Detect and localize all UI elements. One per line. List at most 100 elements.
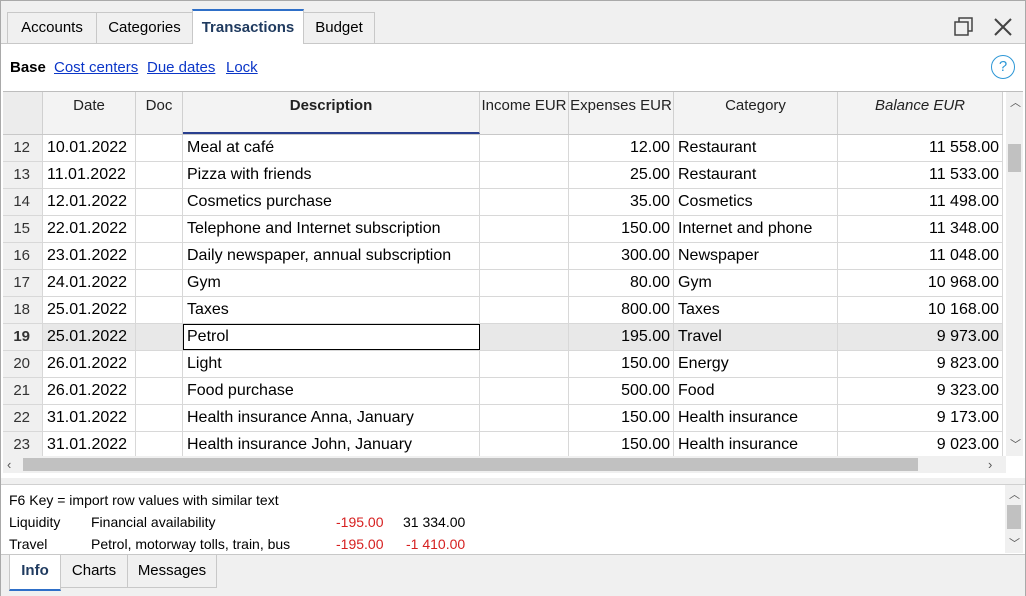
description-cell[interactable]: Pizza with friends [183, 162, 480, 188]
tab-charts[interactable]: Charts [60, 555, 128, 588]
table-row[interactable]: 21 26.01.2022 Food purchase 500.00 Food 9 323… [3, 378, 1003, 405]
date-cell[interactable]: 26.01.2022 [43, 351, 136, 377]
scroll-thumb[interactable] [1007, 505, 1021, 529]
row-number[interactable]: 15 [3, 216, 43, 242]
tab-messages[interactable]: Messages [127, 555, 217, 588]
table-vertical-scrollbar[interactable]: ︿ ﹀ [1006, 92, 1023, 456]
table-row[interactable]: 12 10.01.2022 Meal at café 12.00 Restaurant 1… [3, 135, 1003, 162]
income-cell[interactable] [480, 432, 569, 458]
category-cell[interactable]: Energy [674, 351, 838, 377]
description-cell[interactable]: Taxes [183, 297, 480, 323]
income-cell[interactable] [480, 189, 569, 215]
expenses-cell[interactable]: 195.00 [569, 324, 674, 350]
date-cell[interactable]: 22.01.2022 [43, 216, 136, 242]
doc-cell[interactable] [136, 297, 183, 323]
header-doc[interactable]: Doc [136, 92, 183, 134]
category-cell[interactable]: Food [674, 378, 838, 404]
balance-cell[interactable]: 10 968.00 [838, 270, 1003, 296]
balance-cell[interactable]: 10 168.00 [838, 297, 1003, 323]
description-cell[interactable]: Cosmetics purchase [183, 189, 480, 215]
header-expenses[interactable]: Expenses EUR [569, 92, 674, 134]
doc-cell[interactable] [136, 351, 183, 377]
doc-cell[interactable] [136, 216, 183, 242]
restore-window-icon[interactable] [952, 15, 976, 39]
income-cell[interactable] [480, 324, 569, 350]
table-row[interactable]: 20 26.01.2022 Light 150.00 Energy 9 823.00 [3, 351, 1003, 378]
income-cell[interactable] [480, 216, 569, 242]
date-cell[interactable]: 25.01.2022 [43, 324, 136, 350]
balance-cell[interactable]: 9 323.00 [838, 378, 1003, 404]
doc-cell[interactable] [136, 324, 183, 350]
table-row[interactable]: 17 24.01.2022 Gym 80.00 Gym 10 968.00 [3, 270, 1003, 297]
description-cell[interactable]: Petrol [183, 324, 480, 350]
balance-cell[interactable]: 11 048.00 [838, 243, 1003, 269]
category-cell[interactable]: Gym [674, 270, 838, 296]
expenses-cell[interactable]: 300.00 [569, 243, 674, 269]
expenses-cell[interactable]: 35.00 [569, 189, 674, 215]
info-vertical-scrollbar[interactable]: ︿ ﹀ [1005, 485, 1023, 553]
income-cell[interactable] [480, 270, 569, 296]
doc-cell[interactable] [136, 405, 183, 431]
view-cost-centers-link[interactable]: Cost centers [54, 59, 138, 76]
scroll-down-icon[interactable]: ﹀ [1009, 535, 1020, 551]
income-cell[interactable] [480, 162, 569, 188]
expenses-cell[interactable]: 150.00 [569, 216, 674, 242]
table-row[interactable]: 18 25.01.2022 Taxes 800.00 Taxes 10 168.00 [3, 297, 1003, 324]
category-cell[interactable]: Health insurance [674, 432, 838, 458]
header-category[interactable]: Category [674, 92, 838, 134]
balance-cell[interactable]: 9 173.00 [838, 405, 1003, 431]
header-income[interactable]: Income EUR [480, 92, 569, 134]
balance-cell[interactable]: 11 498.00 [838, 189, 1003, 215]
date-cell[interactable]: 31.01.2022 [43, 432, 136, 458]
date-cell[interactable]: 11.01.2022 [43, 162, 136, 188]
row-number[interactable]: 20 [3, 351, 43, 377]
category-cell[interactable]: Travel [674, 324, 838, 350]
date-cell[interactable]: 31.01.2022 [43, 405, 136, 431]
table-row[interactable]: 14 12.01.2022 Cosmetics purchase 35.00 Cosme… [3, 189, 1003, 216]
description-cell[interactable]: Gym [183, 270, 480, 296]
table-row[interactable]: 16 23.01.2022 Daily newspaper, annual subs… [3, 243, 1003, 270]
row-number[interactable]: 21 [3, 378, 43, 404]
row-number[interactable]: 12 [3, 135, 43, 161]
balance-cell[interactable]: 9 823.00 [838, 351, 1003, 377]
table-row[interactable]: 19 25.01.2022 Petrol 195.00 Travel 9 973.00 [3, 324, 1003, 351]
close-icon[interactable] [991, 15, 1015, 39]
expenses-cell[interactable]: 500.00 [569, 378, 674, 404]
date-cell[interactable]: 23.01.2022 [43, 243, 136, 269]
row-number[interactable]: 18 [3, 297, 43, 323]
date-cell[interactable]: 25.01.2022 [43, 297, 136, 323]
description-cell[interactable]: Daily newspaper, annual subscription [183, 243, 480, 269]
scroll-left-icon[interactable]: ‹ [7, 457, 11, 472]
panel-splitter[interactable] [1, 478, 1025, 485]
income-cell[interactable] [480, 243, 569, 269]
doc-cell[interactable] [136, 135, 183, 161]
scroll-thumb[interactable] [23, 458, 918, 471]
income-cell[interactable] [480, 297, 569, 323]
view-due-dates-link[interactable]: Due dates [147, 59, 215, 76]
date-cell[interactable]: 12.01.2022 [43, 189, 136, 215]
doc-cell[interactable] [136, 378, 183, 404]
tab-accounts[interactable]: Accounts [7, 12, 97, 43]
header-date[interactable]: Date [43, 92, 136, 134]
view-base[interactable]: Base [10, 59, 46, 76]
table-row[interactable]: 15 22.01.2022 Telephone and Internet subsc… [3, 216, 1003, 243]
scroll-up-icon[interactable]: ︿ [1010, 94, 1021, 110]
help-icon[interactable]: ? [991, 55, 1015, 79]
header-balance[interactable]: Balance EUR [838, 92, 1003, 134]
category-cell[interactable]: Taxes [674, 297, 838, 323]
expenses-cell[interactable]: 150.00 [569, 405, 674, 431]
description-cell[interactable]: Telephone and Internet subscription [183, 216, 480, 242]
table-horizontal-scrollbar[interactable]: ‹ › [3, 456, 1006, 473]
expenses-cell[interactable]: 80.00 [569, 270, 674, 296]
description-cell[interactable]: Meal at café [183, 135, 480, 161]
header-description[interactable]: Description [183, 92, 480, 134]
income-cell[interactable] [480, 378, 569, 404]
table-row[interactable]: 13 11.01.2022 Pizza with friends 25.00 Resta… [3, 162, 1003, 189]
category-cell[interactable]: Restaurant [674, 135, 838, 161]
description-cell[interactable]: Light [183, 351, 480, 377]
expenses-cell[interactable]: 800.00 [569, 297, 674, 323]
category-cell[interactable]: Newspaper [674, 243, 838, 269]
tab-budget[interactable]: Budget [303, 12, 375, 43]
balance-cell[interactable]: 9 023.00 [838, 432, 1003, 458]
description-cell[interactable]: Food purchase [183, 378, 480, 404]
